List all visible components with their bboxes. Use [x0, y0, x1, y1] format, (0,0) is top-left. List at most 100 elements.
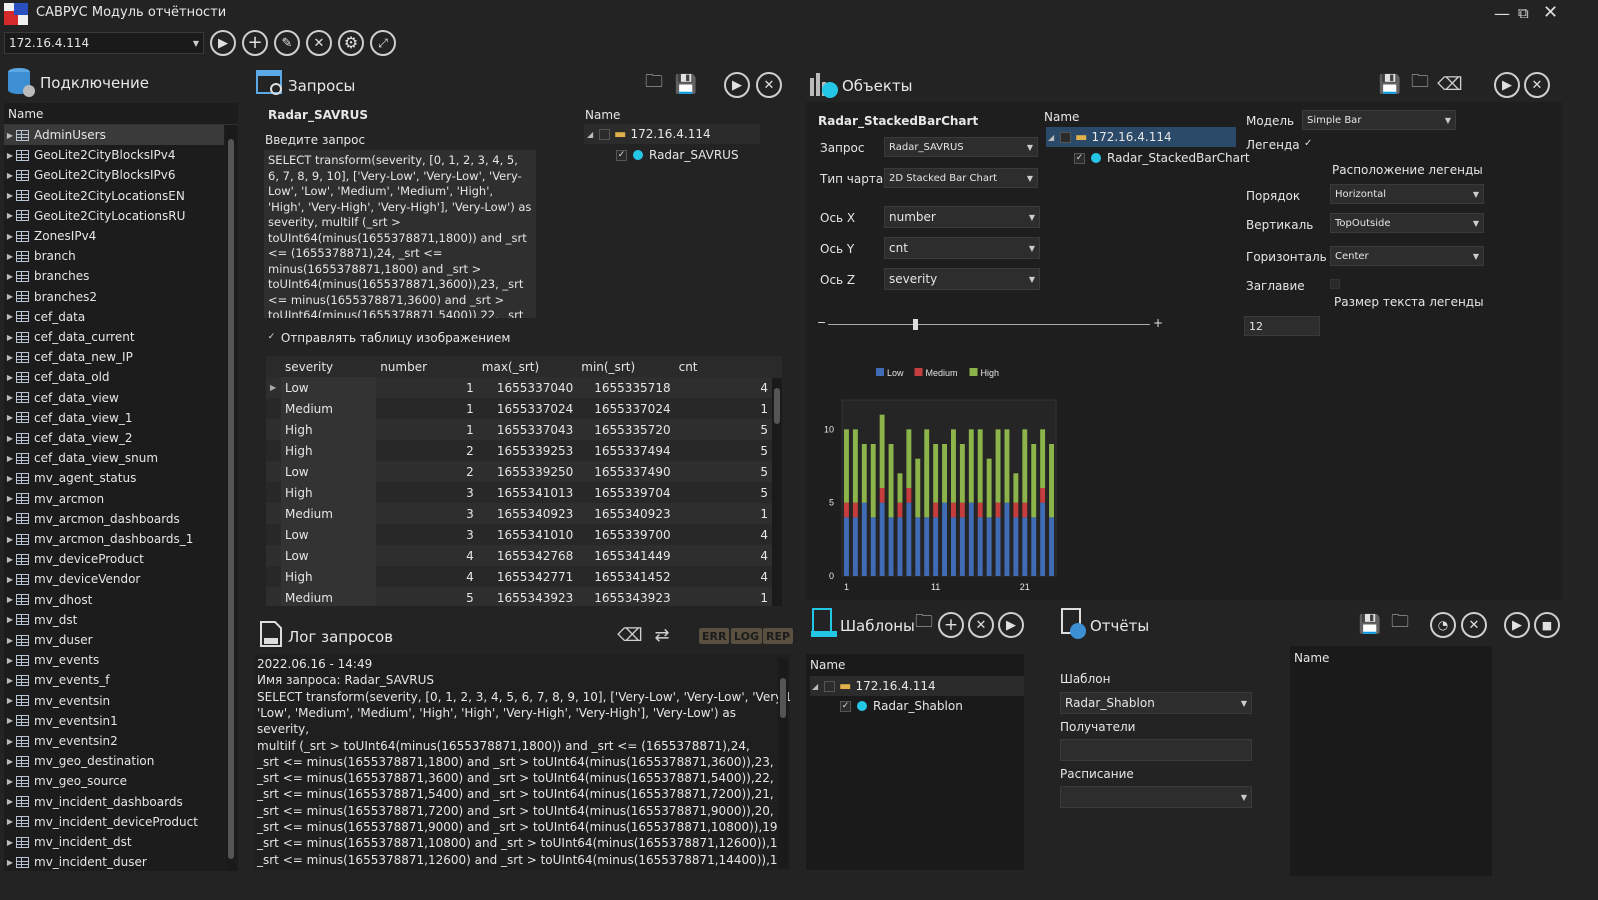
connection-item[interactable]: ▶ cef_data [4, 307, 224, 327]
expand-arrow-icon[interactable]: ▶ [4, 777, 16, 786]
table-row[interactable]: Low 3 1655341010 1655339700 4 [266, 524, 772, 545]
expand-arrow-icon[interactable]: ▶ [4, 252, 16, 261]
objects-run-button[interactable]: ▶ [1494, 72, 1520, 98]
expand-arrow-icon[interactable]: ▶ [4, 757, 16, 766]
connection-item[interactable]: ▶ branches2 [4, 287, 224, 307]
expand-arrow-icon[interactable]: ▶ [4, 272, 16, 281]
minimize-button[interactable]: — [1494, 4, 1512, 23]
reports-save-icon[interactable]: 💾 [1358, 613, 1382, 635]
connection-item[interactable]: ▶ mv_eventsin1 [4, 711, 224, 731]
connection-item[interactable]: ▶ mv_duser [4, 630, 224, 650]
expand-arrow-icon[interactable]: ▶ [4, 474, 16, 483]
table-row[interactable]: High 1 1655337043 1655335720 5 [266, 419, 772, 440]
expand-arrow-icon[interactable]: ▶ [4, 555, 16, 564]
connection-item[interactable]: ▶ mv_deviceVendor [4, 569, 224, 589]
axis-y-select[interactable]: cnt ▼ [884, 237, 1040, 259]
table-row[interactable]: Low 4 1655342768 1655341449 4 [266, 545, 772, 566]
expand-arrow-icon[interactable]: ▶ [4, 333, 16, 342]
eraser-icon[interactable]: ⌫ [617, 624, 642, 646]
expand-arrow-icon[interactable]: ▶ [4, 595, 16, 604]
child-checkbox[interactable]: ✓ [616, 149, 627, 161]
objects-cancel-button[interactable]: ✕ [1524, 72, 1550, 98]
zoom-slider-track[interactable] [828, 324, 1150, 325]
expand-arrow-icon[interactable]: ▶ [4, 413, 16, 422]
connection-item[interactable]: ▶ mv_incident_duser [4, 852, 224, 871]
axis-z-select[interactable]: severity ▼ [884, 268, 1040, 290]
expand-arrow-icon[interactable]: ▶ [4, 454, 16, 463]
templates-root-checkbox[interactable] [824, 680, 836, 692]
horizontal-select[interactable]: Center ▼ [1330, 246, 1484, 266]
templates-tree-child[interactable]: ✓ Radar_Shablon [840, 696, 963, 716]
expand-arrow-icon[interactable]: ▶ [4, 575, 16, 584]
connection-item[interactable]: ▶ mv_incident_deviceProduct [4, 812, 224, 832]
result-scrollbar[interactable] [772, 378, 782, 606]
connection-item[interactable]: ▶ cef_data_view [4, 388, 224, 408]
expand-arrow-icon[interactable]: ▶ [4, 292, 16, 301]
query-select[interactable]: Radar_SAVRUS ▼ [884, 137, 1038, 157]
model-select[interactable]: Simple Bar ▼ [1302, 110, 1456, 130]
root-checkbox[interactable] [599, 128, 611, 140]
chart-type-select[interactable]: 2D Stacked Bar Chart ▼ [884, 168, 1038, 188]
legend-checkbox[interactable]: ✓ [1304, 138, 1312, 149]
objects-tree-child[interactable]: ✓ Radar_StackedBarChart [1074, 148, 1250, 168]
expand-arrow-icon[interactable]: ▶ [4, 171, 16, 180]
reports-folder-icon[interactable]: 🗀 [1388, 611, 1412, 635]
query-tree-child[interactable]: ✓ Radar_SAVRUS [616, 145, 739, 165]
caption-checkbox[interactable] [1330, 279, 1340, 289]
edit-button[interactable]: ✎ [274, 30, 300, 56]
expand-arrow-icon[interactable]: ▶ [4, 514, 16, 523]
expand-arrow-icon[interactable]: ▶ [4, 696, 16, 705]
connection-item[interactable]: ▶ mv_geo_destination [4, 751, 224, 771]
templates-cancel-button[interactable]: ✕ [968, 612, 994, 638]
col-min-srt[interactable]: min(_srt) [577, 356, 675, 377]
expand-arrow-icon[interactable]: ▶ [4, 353, 16, 362]
table-row[interactable]: High 2 1655339253 1655337494 5 [266, 440, 772, 461]
reports-run-button[interactable]: ▶ [1504, 612, 1530, 638]
legend-size-input[interactable]: 12 [1244, 316, 1320, 336]
table-row[interactable]: Medium 5 1655343923 1655343923 1 [266, 587, 772, 606]
send-image-option[interactable]: ✓ Отправлять таблицу изображением [266, 331, 511, 345]
col-cnt[interactable]: cnt [674, 356, 772, 377]
connection-item[interactable]: ▶ GeoLite2CityLocationsEN [4, 186, 224, 206]
templates-child-checkbox[interactable]: ✓ [840, 700, 851, 712]
result-table[interactable]: severity number max(_srt) min(_srt) cnt … [266, 356, 772, 606]
connection-tree[interactable]: Name ▶ AdminUsers ▶ GeoLite2CityBlocksIPv4 ▶… [4, 103, 238, 871]
expand-arrow-icon[interactable]: ▶ [4, 615, 16, 624]
connection-item[interactable]: ▶ mv_eventsin [4, 691, 224, 711]
connection-item[interactable]: ▶ mv_dst [4, 610, 224, 630]
template-select[interactable]: Radar_Shablon ▼ [1060, 692, 1252, 714]
refresh-icon[interactable]: ⇄ [650, 624, 674, 646]
settings-button[interactable]: ⚙ [338, 30, 364, 56]
expand-arrow-icon[interactable]: ▶ [4, 312, 16, 321]
restore-button[interactable]: ⧉ [1518, 4, 1536, 22]
connection-scrollbar[interactable] [226, 125, 236, 871]
objects-root-checkbox[interactable] [1060, 131, 1072, 143]
add-button[interactable]: + [242, 30, 268, 56]
connection-item[interactable]: ▶ mv_arcmon [4, 489, 224, 509]
cancel-button[interactable]: ✕ [306, 30, 332, 56]
table-row[interactable]: ▶ Low 1 1655337040 1655335718 4 [266, 377, 772, 398]
expand-arrow-icon[interactable]: ▶ [4, 676, 16, 685]
connection-item[interactable]: ▶ mv_incident_dst [4, 832, 224, 852]
order-select[interactable]: Horizontal ▼ [1330, 184, 1484, 204]
expand-arrow-icon[interactable]: ▶ [4, 393, 16, 402]
expand-arrow-icon[interactable]: ▶ [4, 817, 16, 826]
axis-x-select[interactable]: number ▼ [884, 206, 1040, 228]
expand-arrow-icon[interactable]: ▶ [4, 373, 16, 382]
save-icon[interactable]: 💾 [674, 73, 698, 95]
objects-folder-icon[interactable]: 🗀 [1408, 71, 1432, 95]
connection-item[interactable]: ▶ cef_data_view_1 [4, 408, 224, 428]
expand-arrow-icon[interactable]: ▶ [4, 716, 16, 725]
connection-item[interactable]: ▶ mv_arcmon_dashboards_1 [4, 529, 224, 549]
expand-arrow-icon[interactable]: ▶ [4, 191, 16, 200]
templates-add-button[interactable]: + [938, 612, 964, 638]
templates-tree-root[interactable]: ◢ ▬ 172.16.4.114 [810, 676, 1024, 696]
slider-plus[interactable]: + [1153, 316, 1163, 330]
connection-item[interactable]: ▶ cef_data_new_IP [4, 347, 224, 367]
expand-arrow-icon[interactable]: ▶ [4, 131, 16, 140]
query-editor[interactable]: SELECT transform(severity, [0, 1, 2, 3, … [264, 150, 536, 318]
close-window-button[interactable]: ✕ [1543, 2, 1561, 23]
reports-stop-button[interactable]: ■ [1534, 612, 1560, 638]
connection-item[interactable]: ▶ mv_incident_dashboards [4, 792, 224, 812]
queries-run-button[interactable]: ▶ [724, 72, 750, 98]
